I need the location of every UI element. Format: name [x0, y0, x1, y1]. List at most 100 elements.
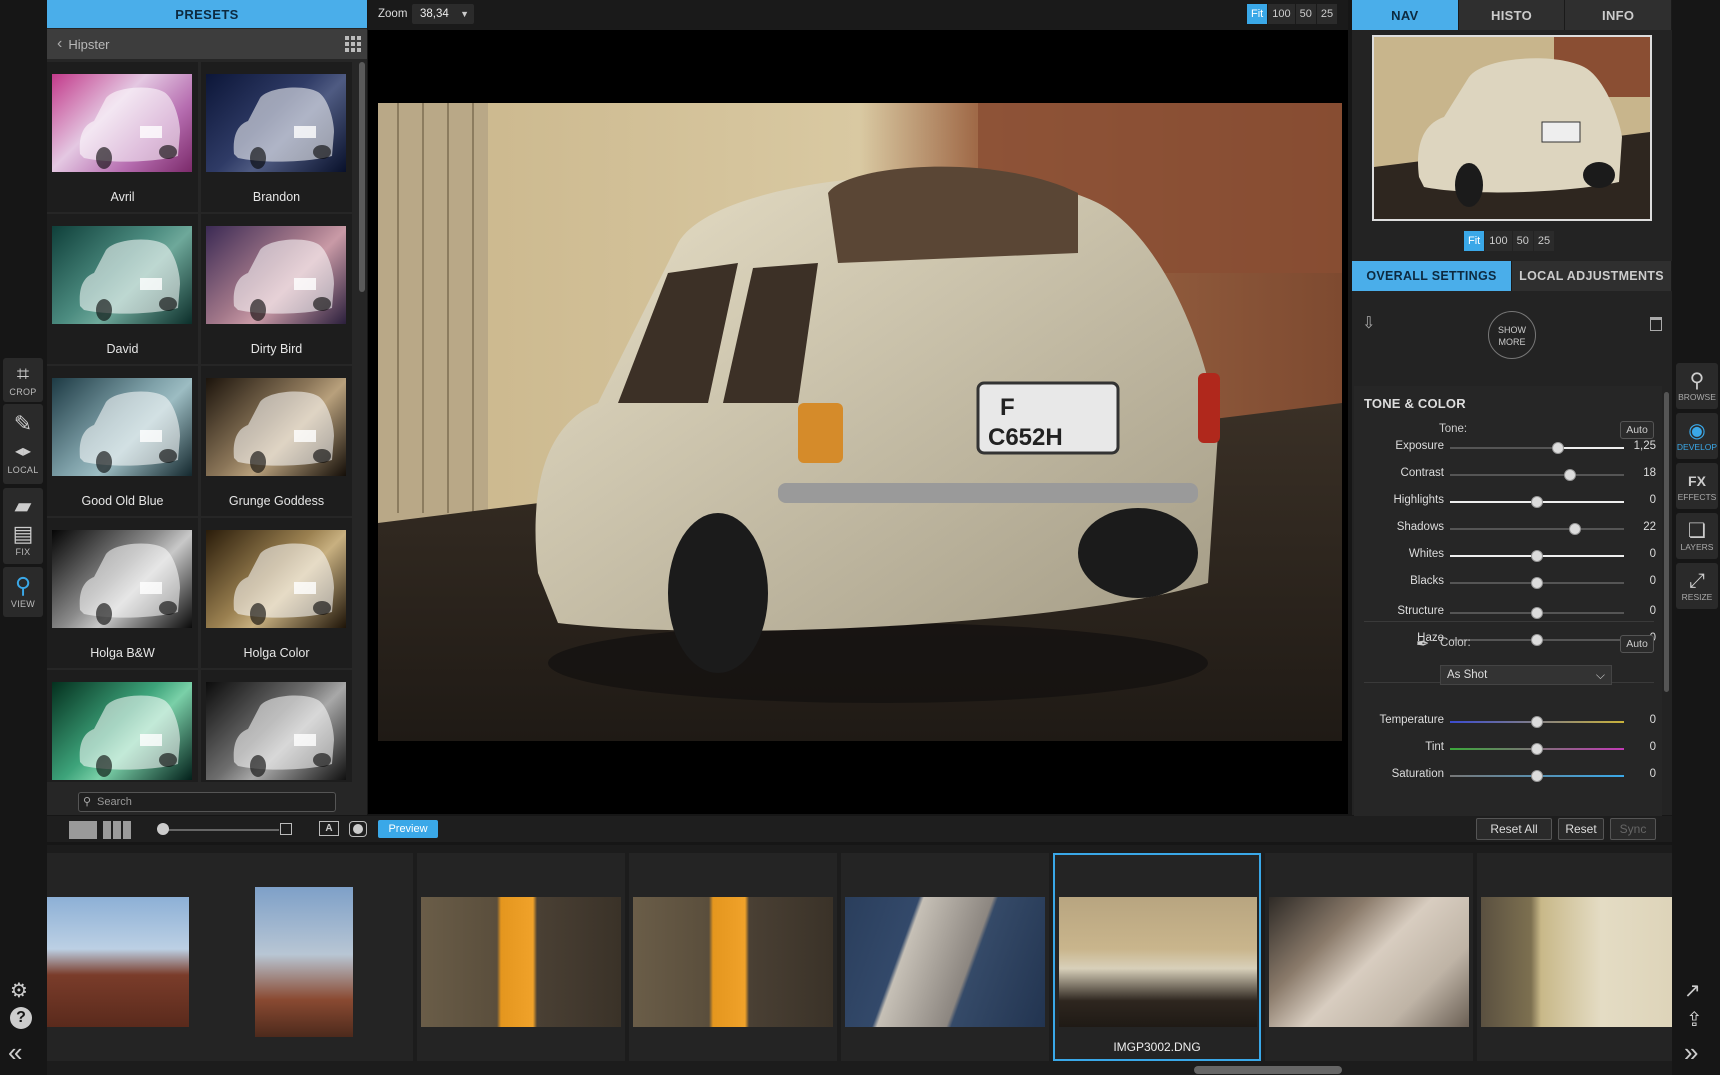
preview-toggle[interactable]: Preview [378, 820, 438, 838]
nav-zoom-50-button[interactable]: 50 [1512, 231, 1534, 251]
filmstrip-view-icon[interactable] [103, 821, 131, 839]
view-tool-button[interactable]: ⚲ VIEW [3, 567, 43, 617]
filmstrip-frame-7[interactable] [1265, 853, 1473, 1061]
tab-histo[interactable]: HISTO [1458, 0, 1566, 30]
slider-track[interactable] [1450, 577, 1624, 589]
slider-knob[interactable] [1531, 743, 1543, 755]
slider-track[interactable] [1450, 716, 1624, 728]
preset-item[interactable]: Holga Color [201, 518, 352, 668]
single-view-icon[interactable] [69, 821, 97, 839]
sync-button[interactable]: Sync [1610, 818, 1656, 840]
crop-tool-button[interactable]: ⌗ CROP [3, 358, 43, 402]
main-photo[interactable]: F C652H [378, 103, 1342, 741]
tab-local-adjustments[interactable]: LOCAL ADJUSTMENTS [1512, 261, 1672, 291]
slider-knob[interactable] [1564, 469, 1577, 481]
module-effects-button[interactable]: FX EFFECTS [1676, 463, 1718, 509]
white-balance-select[interactable]: As Shot ⌵ [1440, 665, 1612, 685]
preset-item[interactable]: Holga B&W [47, 518, 198, 668]
filmstrip-frame-4[interactable] [629, 853, 837, 1061]
mask-icon[interactable] [349, 821, 367, 837]
import-preset-icon[interactable]: ⇩ [1362, 313, 1375, 333]
reset-all-button[interactable]: Reset All [1476, 818, 1552, 840]
large-thumb-icon[interactable] [280, 823, 292, 835]
zoom-select[interactable]: 38,34 ▼ [412, 4, 474, 24]
slider-track[interactable] [1450, 550, 1624, 562]
color-auto-button[interactable]: Auto [1620, 635, 1654, 653]
nav-zoom-fit-button[interactable]: Fit [1464, 231, 1486, 251]
zoom-100-button[interactable]: 100 [1268, 4, 1296, 24]
slider-knob[interactable] [1531, 716, 1543, 728]
collapse-right-icon[interactable]: » [1684, 1037, 1698, 1068]
settings-scrollbar[interactable] [1664, 392, 1669, 692]
preset-item[interactable]: Dirty Bird [201, 214, 352, 364]
preset-item[interactable]: Avril [47, 62, 198, 212]
filmstrip-frame-3[interactable] [417, 853, 625, 1061]
module-resize-button[interactable]: ⤢ RESIZE [1676, 563, 1718, 609]
image-canvas[interactable]: F C652H [368, 30, 1348, 814]
fix-tool-button[interactable]: ▰ ▤ FIX [3, 488, 43, 564]
slider-knob[interactable] [1531, 634, 1543, 646]
filmstrip-frame-8[interactable] [1477, 853, 1672, 1061]
slider-track[interactable] [1450, 442, 1624, 454]
thumbnail-size-slider[interactable] [159, 829, 279, 831]
preset-search-input[interactable]: ⚲ Search [78, 792, 336, 812]
preset-breadcrumb[interactable]: ‹ Hipster [47, 29, 367, 59]
module-develop-button[interactable]: ◉ DEVELOP [1676, 413, 1718, 459]
tab-nav[interactable]: NAV [1352, 0, 1459, 30]
zoom-50-button[interactable]: 50 [1295, 4, 1317, 24]
slider-knob[interactable] [1531, 607, 1543, 619]
preset-item[interactable]: Brandon [201, 62, 352, 212]
slider-knob[interactable] [1531, 496, 1543, 508]
tab-overall-settings[interactable]: OVERALL SETTINGS [1352, 261, 1512, 291]
nav-zoom-100-button[interactable]: 100 [1485, 231, 1513, 251]
thumbnail-size-knob[interactable] [157, 823, 169, 835]
gear-icon[interactable]: ⚙ [10, 978, 28, 1003]
preset-item[interactable] [201, 670, 352, 782]
preset-item[interactable]: Grunge Goddess [201, 366, 352, 516]
export-icon[interactable]: ⇪ [1686, 1007, 1703, 1032]
slider-knob[interactable] [1569, 523, 1582, 535]
help-icon[interactable]: ? [10, 1007, 32, 1029]
filmstrip-frame-2[interactable] [205, 853, 413, 1061]
local-tool-button[interactable]: ✎ ◂▸ LOCAL [3, 404, 43, 484]
collapse-left-icon[interactable]: « [8, 1037, 22, 1068]
share-icon[interactable]: ↗ [1684, 978, 1701, 1003]
preset-thumbnail [52, 226, 192, 324]
slider-track[interactable] [1450, 469, 1624, 481]
slider-knob[interactable] [1531, 550, 1543, 562]
tone-auto-button[interactable]: Auto [1620, 421, 1654, 439]
filmstrip-scrollbar[interactable] [1194, 1066, 1342, 1074]
slider-track[interactable] [1450, 496, 1624, 508]
preset-item[interactable]: David [47, 214, 198, 364]
zoom-25-button[interactable]: 25 [1316, 4, 1339, 24]
tone-color-title[interactable]: TONE & COLOR [1364, 396, 1466, 411]
tab-info[interactable]: INFO [1565, 0, 1673, 30]
slider-track[interactable] [1450, 770, 1624, 782]
reset-button[interactable]: Reset [1558, 818, 1604, 840]
slider-track[interactable] [1450, 607, 1624, 619]
slider-knob[interactable] [1551, 442, 1564, 454]
slider-track[interactable] [1450, 743, 1624, 755]
zoom-segment: Fit 100 50 25 [1247, 4, 1339, 24]
preset-scrollbar[interactable] [359, 62, 365, 292]
module-browse-button[interactable]: ⚲ BROWSE [1676, 363, 1718, 409]
trash-icon[interactable] [1650, 317, 1662, 331]
slider-track[interactable] [1450, 523, 1624, 535]
filmstrip-frame-selected[interactable]: IMGP3002.DNG [1053, 853, 1261, 1061]
nav-zoom-25-button[interactable]: 25 [1533, 231, 1556, 251]
presets-header[interactable]: PRESETS [47, 0, 367, 28]
zoom-fit-button[interactable]: Fit [1247, 4, 1269, 24]
preset-item[interactable]: Good Old Blue [47, 366, 198, 516]
show-more-button[interactable]: SHOW MORE [1488, 311, 1536, 359]
slider-knob[interactable] [1531, 577, 1543, 589]
grid-view-icon[interactable] [345, 36, 361, 52]
filmstrip-frame-5[interactable] [841, 853, 1049, 1061]
navigator-thumbnail[interactable] [1372, 35, 1652, 221]
module-layers-button[interactable]: ❏ LAYERS [1676, 513, 1718, 559]
preset-item[interactable] [47, 670, 198, 782]
slider-track[interactable] [1450, 634, 1624, 646]
text-overlay-icon[interactable]: A [319, 821, 339, 836]
eyedropper-icon[interactable]: ✒ [1416, 634, 1429, 654]
preset-label: Brandon [252, 190, 301, 204]
slider-knob[interactable] [1531, 770, 1543, 782]
